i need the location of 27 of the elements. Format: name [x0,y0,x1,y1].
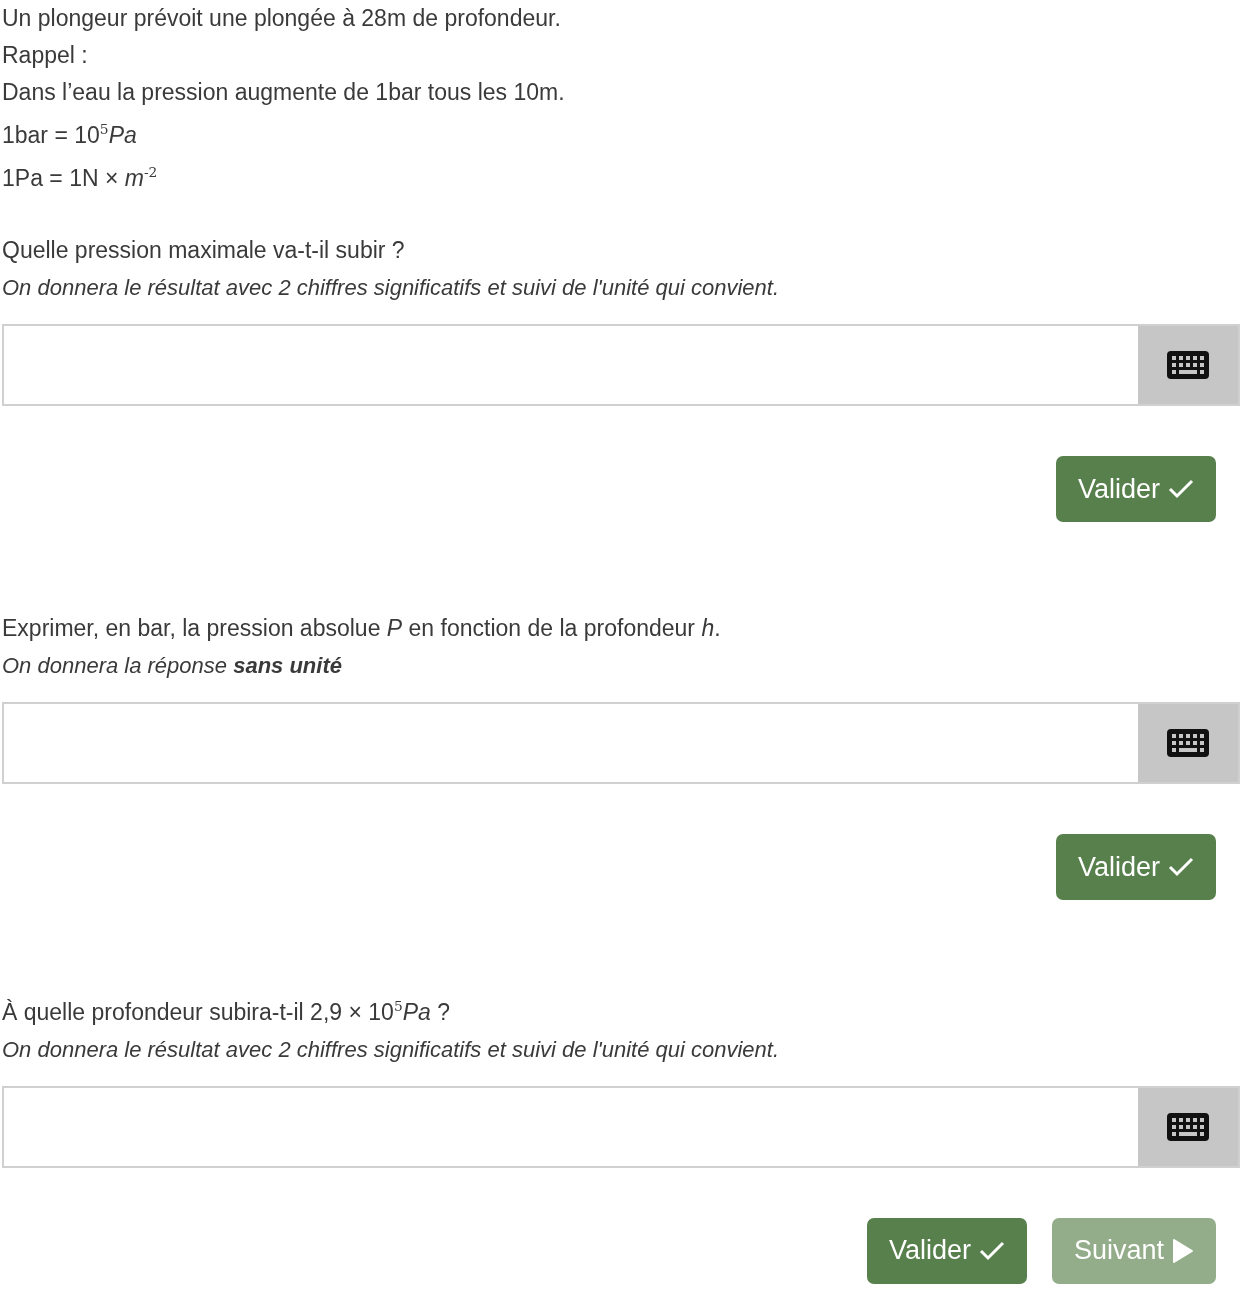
checkmark-icon [978,1240,1005,1261]
statement-text: Un plongeur prévoit une plongée à 28m de profondeur. [2,4,562,33]
instruction-text: On donnera la réponse sans unité [2,652,343,681]
answer-field[interactable] [2,702,1240,785]
instruction-text: On donnera le résultat avec 2 chiffres significatifs et suivi de l'unité qui convient. [2,1035,781,1064]
play-icon [1172,1237,1194,1264]
statement-text: 1bar = 10$^{5}$Pa [2,120,138,150]
validate-button[interactable]: Valider [1055,834,1216,901]
validate-button[interactable]: Valider [866,1217,1027,1284]
keyboard-button[interactable] [1138,326,1238,405]
question-text: Exprimer, en bar, la pression absolue P en fonction de la profondeur h. [2,614,722,644]
answer-field[interactable] [2,324,1240,407]
question-text: À quelle profondeur subira-t-il 2,9 × 10$^{5}$Pa ? [2,997,451,1027]
question-text: Quelle pression maximale va-t-il subir ? [2,236,406,266]
answer-field[interactable] [2,1085,1240,1168]
statement-text: Rappel : [2,41,89,70]
statement-text: Dans l’eau la pression augmente de 1bar tous les 10m. [2,78,566,107]
keyboard-icon [1166,728,1210,759]
checkmark-icon [1168,857,1194,878]
checkmark-icon [1168,479,1194,500]
validate-button[interactable]: Valider [1055,456,1216,523]
statement-text: 1Pa = 1N × m$^{-2}$ [2,162,159,193]
keyboard-icon [1166,350,1210,381]
keyboard-button[interactable] [1138,704,1238,783]
keyboard-button[interactable] [1138,1087,1238,1166]
instruction-text: On donnera le résultat avec 2 chiffres significatifs et suivi de l'unité qui convient. [2,274,781,303]
keyboard-icon [1166,1111,1210,1142]
